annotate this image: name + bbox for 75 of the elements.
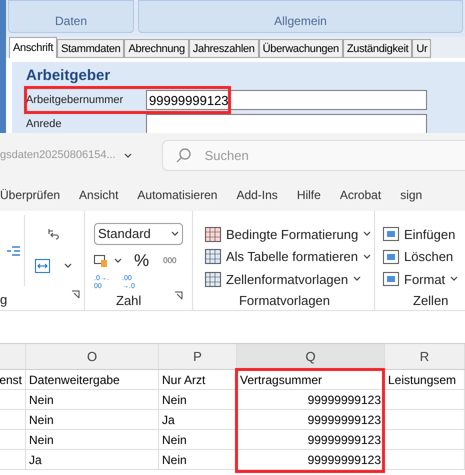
column-header[interactable]: O: [26, 344, 159, 369]
table-cell: Nur Arzt: [159, 370, 237, 389]
menu-item[interactable]: Überprüfen: [0, 186, 60, 204]
table-cell: 99999999123: [237, 430, 385, 449]
table-cell: Leistungsem: [385, 370, 465, 389]
dialog-launcher-icon[interactable]: [71, 290, 80, 299]
tab[interactable]: Zuständigkeit: [342, 39, 412, 58]
ribbon-button[interactable]: Einfügen: [383, 223, 465, 246]
table-style-icon: [205, 272, 221, 287]
table-cell: Nein: [159, 390, 237, 409]
table-cell: Datenweitergabe: [26, 370, 159, 389]
input-field[interactable]: 99999999123: [146, 90, 427, 110]
search-icon: [174, 146, 193, 164]
menu-item[interactable]: Acrobat: [340, 186, 382, 204]
tab[interactable]: Abrechnung: [124, 39, 189, 58]
chevron-icon: [171, 230, 179, 237]
field-label: Anrede: [26, 116, 62, 132]
table-cell: Vertragsummer: [237, 370, 385, 389]
cell-icon: [383, 250, 399, 264]
ribbon-button[interactable]: Als Tabelle formatieren: [205, 246, 374, 268]
table-cell: Nein: [26, 430, 159, 449]
table-cell: enst: [0, 370, 26, 389]
menu-item[interactable]: sign: [400, 186, 422, 204]
table-cell: Ja: [159, 410, 237, 429]
table-style-icon: [205, 249, 221, 264]
ribbon-group-label: Daten: [54, 13, 88, 30]
dialog-launcher-icon[interactable]: [174, 290, 183, 300]
table-cell: Nein: [159, 430, 237, 449]
menu-item[interactable]: Hilfe: [296, 186, 321, 204]
input-field[interactable]: [146, 114, 427, 133]
cell-icon: [383, 227, 399, 242]
group-label: Formatvorlagen: [238, 292, 332, 310]
tab[interactable]: Jahreszahlen: [188, 39, 259, 58]
cell-icon: [383, 272, 399, 286]
table-cell: Nein: [26, 410, 159, 429]
menu-item[interactable]: Ansicht: [79, 186, 118, 204]
column-header[interactable]: Q: [237, 344, 385, 369]
ribbon-button[interactable]: Format: [383, 268, 465, 290]
ribbon-button[interactable]: Bedingte Formatierung: [205, 223, 374, 246]
table-cell: Nein: [159, 450, 237, 469]
chevron-icon: [353, 276, 362, 282]
chevron-icon: [363, 231, 372, 238]
tab[interactable]: Überwachungen: [258, 39, 343, 58]
chevron-icon: [450, 276, 458, 282]
tab[interactable]: Ur: [412, 39, 432, 58]
indent-icon: [7, 246, 20, 256]
table-cell: 99999999123: [237, 450, 385, 469]
currency-icon[interactable]: [94, 254, 108, 268]
menu-item[interactable]: Automatisieren: [137, 186, 218, 204]
file-name: gsdaten20250806154...: [0, 148, 116, 164]
chevron-icon: [363, 254, 371, 260]
group-label: Zahl: [116, 292, 142, 310]
thousands-button[interactable]: 000: [163, 254, 176, 266]
ribbon-button[interactable]: Zellenformatvorlagen: [205, 268, 374, 290]
table-style-icon: [205, 226, 221, 242]
table-cell: Nein: [26, 390, 159, 409]
merge-cells-icon: [35, 259, 50, 273]
number-format-dropdown[interactable]: Standard: [94, 223, 183, 244]
table-cell: 99999999123: [237, 410, 385, 429]
menu-item[interactable]: Add-Ins: [236, 186, 278, 204]
group-label: Zellen: [412, 292, 450, 310]
percent-button[interactable]: %: [134, 248, 150, 274]
chevron-icon: [64, 263, 72, 269]
tab[interactable]: Anschrift: [9, 37, 58, 58]
ribbon-group-label: Allgemein: [274, 13, 327, 30]
chevron-icon: [124, 152, 132, 158]
section-title: Arbeitgeber: [26, 66, 112, 86]
chevron-icon: [114, 258, 122, 264]
ribbon-button[interactable]: Löschen: [383, 246, 465, 268]
table-cell: 99999999123: [237, 390, 385, 409]
field-label: Arbeitgebernummer: [26, 92, 124, 108]
column-header[interactable]: R: [385, 344, 465, 369]
table-cell: Ja: [26, 450, 159, 469]
tab[interactable]: Stammdaten: [57, 39, 124, 58]
group-label: g: [0, 291, 8, 309]
